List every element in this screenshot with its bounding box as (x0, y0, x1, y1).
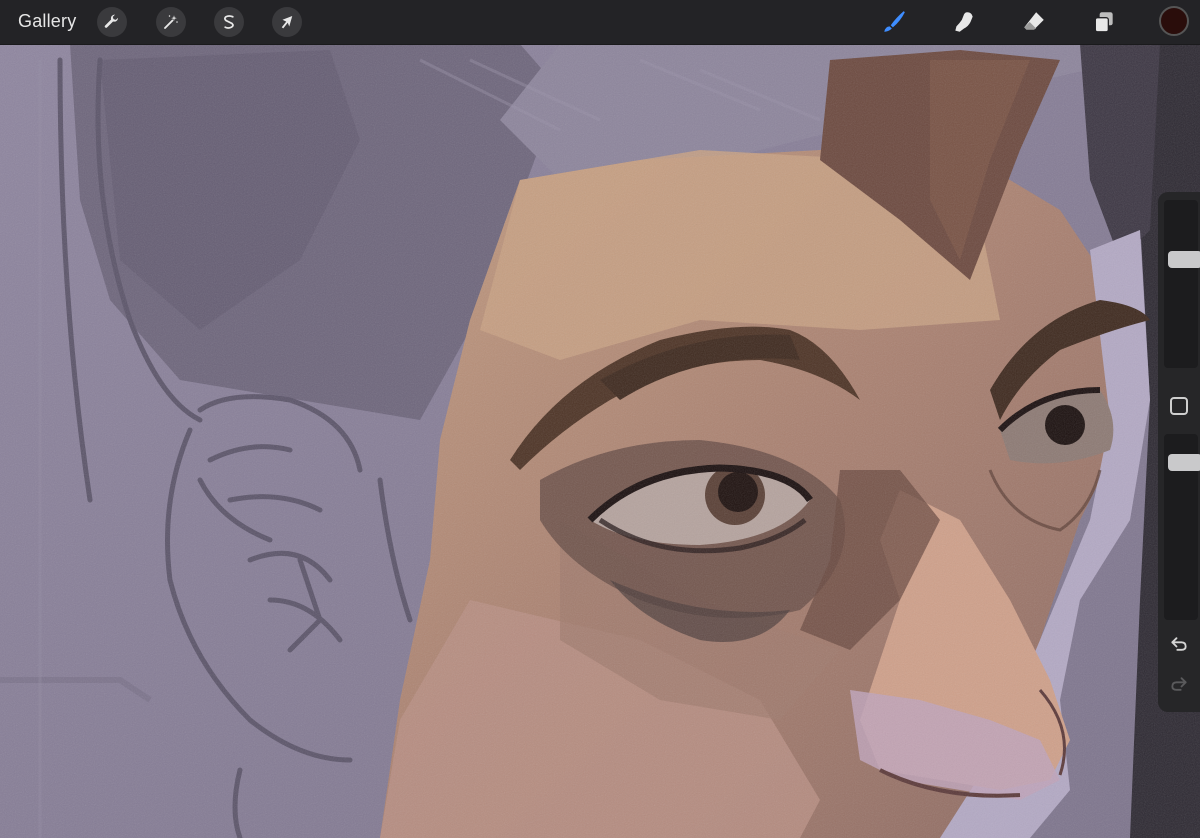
painting-artwork (0, 0, 1200, 838)
selection-button[interactable] (214, 7, 244, 37)
smudge-finger-icon (955, 12, 973, 32)
smudge-tool-button[interactable] (948, 6, 980, 38)
gallery-button[interactable]: Gallery (18, 11, 76, 32)
color-picker-button[interactable] (1159, 6, 1189, 36)
transform-button[interactable] (272, 7, 302, 37)
top-toolbar: Gallery (0, 0, 1200, 45)
wrench-icon (104, 14, 119, 28)
actions-button[interactable] (97, 7, 127, 37)
redo-arrow-icon (1171, 677, 1187, 691)
procreate-app: Gallery (0, 0, 1200, 838)
eraser-tool-button[interactable] (1018, 6, 1050, 38)
layers-tool-button[interactable] (1088, 6, 1120, 38)
undo-arrow-icon (1171, 637, 1187, 651)
brush-icon (884, 11, 905, 32)
adjustments-button[interactable] (156, 7, 186, 37)
undo-button[interactable] (1167, 632, 1191, 656)
arrow-cursor-icon (281, 16, 293, 29)
brush-size-thumb[interactable] (1168, 251, 1200, 269)
brush-tool-button[interactable] (878, 6, 910, 38)
square-outline-icon[interactable] (1170, 397, 1188, 415)
magic-wand-icon (164, 15, 178, 29)
opacity-thumb[interactable] (1168, 454, 1200, 472)
eraser-icon (1024, 12, 1044, 30)
opacity-slider[interactable] (1164, 434, 1200, 620)
drawing-canvas[interactable] (0, 0, 1200, 838)
layers-icon (1094, 12, 1113, 33)
selection-s-icon (223, 15, 234, 29)
redo-button[interactable] (1167, 672, 1191, 696)
brush-size-slider[interactable] (1164, 200, 1200, 368)
brush-sidebar (1158, 192, 1200, 712)
